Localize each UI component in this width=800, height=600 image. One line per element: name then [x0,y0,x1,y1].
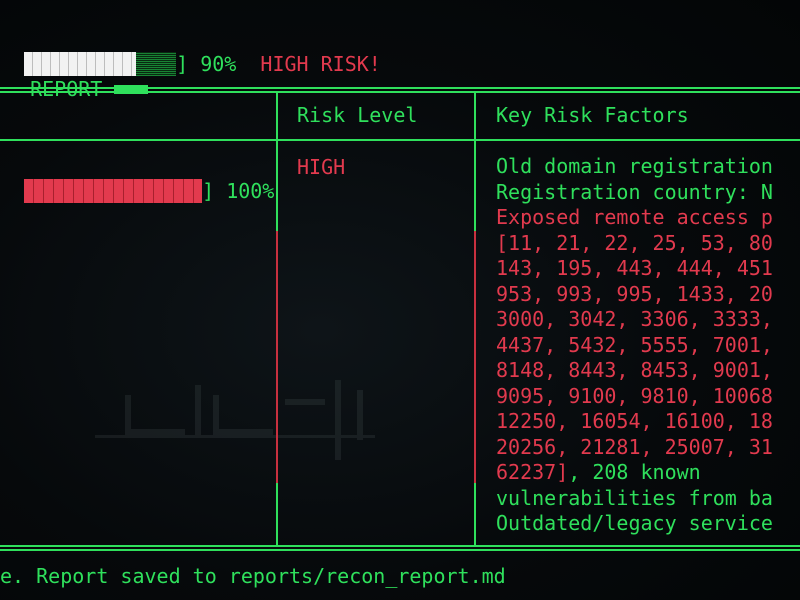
row-progress-bracket: ] [202,179,215,203]
factor-line: Outdated/legacy service [496,511,773,535]
column-separator-2-top [474,91,476,231]
factor-line-mixed: 62237], 208 known [496,460,800,486]
table-bottom-border [0,545,800,547]
column-header-key-risk-factors: Key Risk Factors [496,103,689,127]
factor-line-red-part: 62237] [496,460,569,484]
factor-line: 4437, 5432, 5555, 7001, [496,332,773,357]
factor-line: [11, 21, 22, 25, 53, 80 [496,230,773,255]
factor-line: Registration country: N [496,179,773,204]
report-heading-text: REPORT [30,77,103,101]
table-top-border-inner [0,91,800,93]
table-header-divider [0,139,800,141]
key-risk-factors-cell: Old domain registration Registration cou… [496,154,800,537]
risk-status-label: HIGH RISK! [260,52,381,76]
column-separator-1-mid [276,231,278,483]
column-separator-2-bottom [474,483,476,545]
table-top-border [0,87,800,89]
column-separator-1-top [276,91,278,231]
factor-line: 12250, 16054, 16100, 18 [496,409,773,433]
factor-line: 953, 993, 995, 1433, 20 [496,281,773,306]
factor-line: 3000, 3042, 3306, 3333, [496,307,773,331]
row-progress-line: ] 100% [0,154,274,204]
factor-line: Exposed remote access p [496,205,773,229]
row-progress-fill [24,179,203,203]
footer-status-message: e. Report saved to reports/recon_report.… [0,564,506,588]
row-progress-percent: 100% [226,179,275,203]
factor-line-green-part: , 208 known [568,460,701,484]
risk-level-value: HIGH [297,155,346,179]
background-watermark [95,380,375,460]
factor-line: 8148, 8443, 8453, 9001, [496,358,773,382]
factor-line: Old domain registration [496,154,773,178]
table-bottom-border-inner [0,549,800,551]
progress-bracket: ] [176,52,189,76]
overall-progress-percent: 90% [200,52,237,76]
column-separator-2-mid [474,231,476,483]
report-heading: REPORT [6,52,149,102]
factor-line: vulnerabilities from ba [496,485,773,510]
column-header-risk-level: Risk Level [297,103,418,127]
column-separator-1-bottom [276,483,278,545]
factor-line: 9095, 9100, 9810, 10068 [496,383,773,408]
factor-line: 20256, 21281, 25007, 31 [496,434,773,459]
factor-line: 143, 195, 443, 444, 451 [496,256,773,280]
